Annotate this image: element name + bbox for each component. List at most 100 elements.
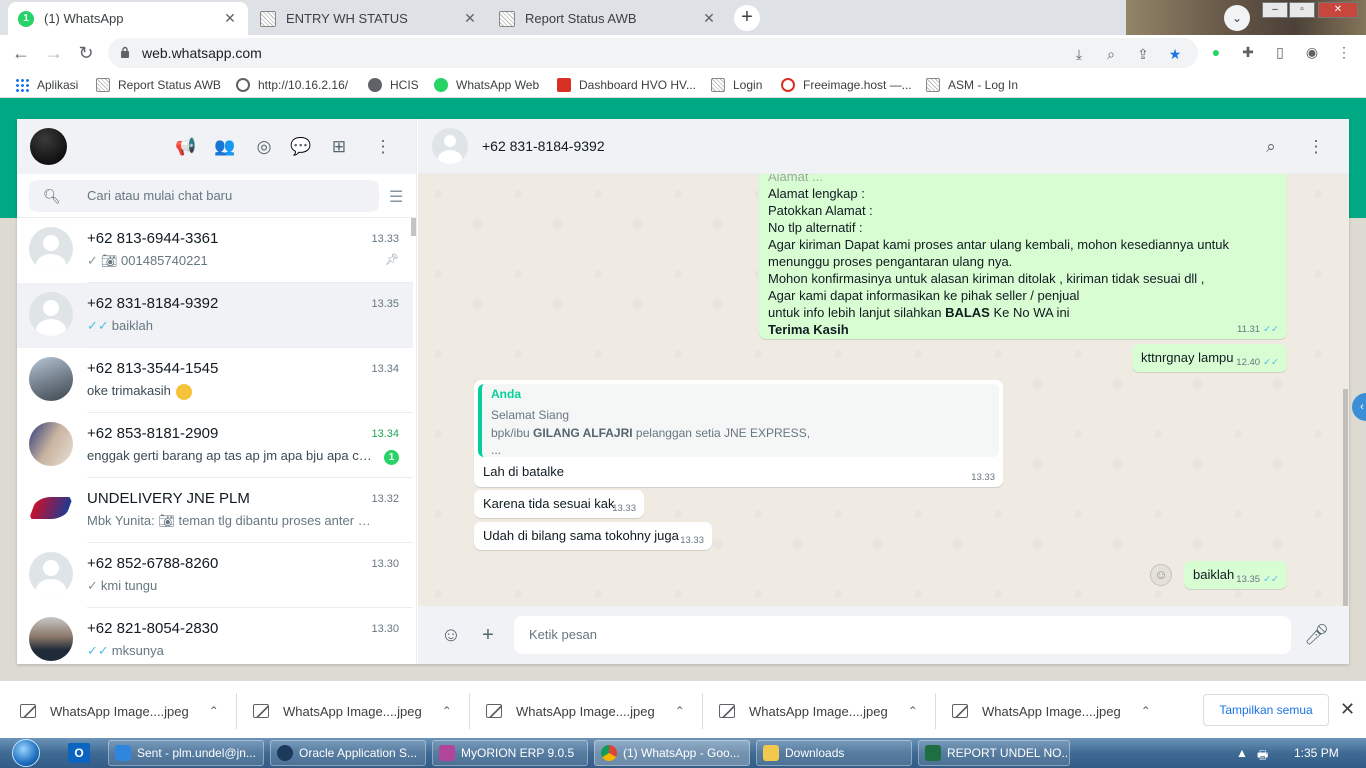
minimize-button[interactable]: – xyxy=(1262,2,1288,18)
chevron-up-icon[interactable]: ⌃ xyxy=(1141,704,1151,718)
microphone-icon[interactable]: 🎤︎ xyxy=(1304,623,1329,647)
document-icon xyxy=(926,77,940,92)
side-panel-icon[interactable]: ▯ xyxy=(1271,43,1289,61)
contact-avatar[interactable] xyxy=(432,128,468,164)
reload-button[interactable]: ↻ xyxy=(74,41,98,65)
channels-icon[interactable]: 💬 xyxy=(290,136,312,158)
show-all-downloads-button[interactable]: Tampilkan semua xyxy=(1203,694,1329,726)
bookmark-asm[interactable]: ASM - Log In xyxy=(926,76,1018,93)
search-messages-icon[interactable]: ⌕ xyxy=(1260,136,1282,158)
tab-entry-wh-status[interactable]: ENTRY WH STATUS ✕ xyxy=(250,2,488,35)
chevron-up-icon[interactable]: ⌃ xyxy=(209,704,219,718)
browser-tab-bar: 1 (1) WhatsApp ✕ ENTRY WH STATUS ✕ Repor… xyxy=(0,0,1366,35)
taskbar-item-downloads[interactable]: Downloads xyxy=(756,740,912,766)
download-item[interactable]: WhatsApp Image....jpeg ⌃ xyxy=(20,701,219,721)
chevron-up-icon[interactable]: ⌃ xyxy=(675,704,685,718)
extensions-puzzle-icon[interactable]: ✚ xyxy=(1239,43,1257,61)
incoming-message: Karena tida sesuai kak 13.33 xyxy=(474,490,644,518)
whatsapp-extension-icon[interactable]: ● xyxy=(1207,43,1225,61)
start-button[interactable] xyxy=(4,738,48,768)
maximize-button[interactable]: ▫ xyxy=(1289,2,1315,18)
zoom-icon[interactable]: ⌕ xyxy=(1102,45,1120,63)
address-bar[interactable]: web.whatsapp.com ⤓ ⌕ ⇪ ★ xyxy=(108,38,1198,68)
chevron-up-icon[interactable]: ⌃ xyxy=(908,704,918,718)
bookmark-dashboard[interactable]: Dashboard HVO HV... xyxy=(557,76,696,93)
contact-name[interactable]: +62 831-8184-9392 xyxy=(482,138,605,154)
chat-list-item[interactable]: +62 852-6788-8260 13.30 ✓ kmi tungu xyxy=(17,543,413,608)
message-input[interactable]: Ketik pesan xyxy=(514,616,1291,654)
incoming-message: Udah di bilang sama tokohny juga 13.33 xyxy=(474,522,712,550)
communities-icon[interactable]: 👥 xyxy=(214,136,236,158)
tab-report-status-awb[interactable]: Report Status AWB ✕ xyxy=(489,2,727,35)
messages-scrollbar[interactable] xyxy=(1343,389,1348,606)
bookmark-hcis[interactable]: HCIS xyxy=(368,76,419,93)
broadcast-icon[interactable]: 📢 xyxy=(175,136,197,158)
new-tab-button[interactable]: + xyxy=(734,5,760,31)
download-item[interactable]: WhatsApp Image....jpeg ⌃ xyxy=(719,701,918,721)
attach-plus-icon[interactable]: + xyxy=(476,623,500,647)
document-icon xyxy=(260,10,276,27)
reaction-emoji-icon[interactable]: ☺ xyxy=(1150,564,1172,586)
close-download-bar-icon[interactable]: ✕ xyxy=(1340,699,1355,720)
outlook-pinned-icon[interactable]: O xyxy=(68,743,90,763)
bookmark-star-icon[interactable]: ★ xyxy=(1166,45,1184,63)
bookmark-ip[interactable]: http://10.16.2.16/ xyxy=(236,76,348,93)
bookmark-report-status-awb[interactable]: Report Status AWB xyxy=(96,76,221,93)
chat-list-item[interactable]: +62 821-8054-2830 13.30 ✓✓ mksunya xyxy=(17,608,413,664)
bookmark-aplikasi[interactable]: Aplikasi xyxy=(15,76,78,93)
emoji-icon[interactable]: ☺ xyxy=(439,623,463,647)
chat-list-item[interactable]: UNDELIVERY JNE PLM 13.32 Mbk Yunita: 📷︎ … xyxy=(17,478,413,543)
tab-whatsapp[interactable]: 1 (1) WhatsApp ✕ xyxy=(8,2,248,35)
whatsapp-icon xyxy=(434,77,448,92)
conversation-header[interactable]: +62 831-8184-9392 ⌕ ⋮ xyxy=(418,119,1349,174)
status-icon[interactable]: ◎ xyxy=(253,136,275,158)
search-input[interactable]: 🔍︎ Cari atau mulai chat baru xyxy=(29,180,379,212)
message-time: 13.33 xyxy=(971,472,995,483)
back-button[interactable]: ← xyxy=(9,41,33,65)
close-tab-icon[interactable]: ✕ xyxy=(222,10,238,27)
close-tab-icon[interactable]: ✕ xyxy=(462,10,478,27)
taskbar-item-oracle[interactable]: Oracle Application S... xyxy=(270,740,426,766)
taskbar-item-outlook[interactable]: Sent - plm.undel@jn... xyxy=(108,740,264,766)
profile-avatar-icon[interactable]: ◉ xyxy=(1303,43,1321,61)
chat-time: 13.33 xyxy=(371,233,399,245)
menu-icon[interactable]: ⋮ xyxy=(372,136,394,158)
chat-list-item[interactable]: +62 813-3544-1545 13.34 oke trimakasih xyxy=(17,348,413,413)
forward-button[interactable]: → xyxy=(42,41,66,65)
chevron-up-icon[interactable]: ⌃ xyxy=(442,704,452,718)
printer-tray-icon[interactable]: 🖶︎ xyxy=(1257,746,1268,767)
taskbar-item-excel[interactable]: REPORT UNDEL NO... xyxy=(918,740,1070,766)
system-clock[interactable]: 1:35 PM xyxy=(1294,746,1339,760)
read-tick-icon: ✓✓ xyxy=(1263,357,1279,368)
close-window-button[interactable]: ✕ xyxy=(1318,2,1358,18)
tab-search-button[interactable]: ⌄ xyxy=(1224,5,1250,31)
read-tick-icon: ✓✓ xyxy=(1263,324,1279,335)
sidebar-scrollbar[interactable] xyxy=(411,218,416,236)
bookmark-whatsapp-web[interactable]: WhatsApp Web xyxy=(434,76,539,93)
conversation-menu-icon[interactable]: ⋮ xyxy=(1305,136,1327,158)
bookmark-login[interactable]: Login xyxy=(711,76,762,93)
taskbar-item-chrome[interactable]: (1) WhatsApp - Goo... xyxy=(594,740,750,766)
download-item[interactable]: WhatsApp Image....jpeg ⌃ xyxy=(253,701,452,721)
message-time: 13.33 xyxy=(680,535,704,546)
download-item[interactable]: WhatsApp Image....jpeg ⌃ xyxy=(486,701,685,721)
download-item[interactable]: WhatsApp Image....jpeg ⌃ xyxy=(952,701,1151,721)
my-profile-avatar[interactable] xyxy=(30,128,67,165)
bookmark-freeimage[interactable]: Freeimage.host —... xyxy=(781,76,912,93)
filter-icon[interactable]: ☰ xyxy=(389,187,403,207)
image-file-icon xyxy=(253,704,269,718)
message-line: Patokkan Alamat : xyxy=(768,203,873,218)
chat-list-item[interactable]: +62 813-6944-3361 13.33 ✓ 📷︎ 001485740221… xyxy=(17,218,413,283)
taskbar-item-myorion[interactable]: MyORION ERP 9.0.5 xyxy=(432,740,588,766)
taskbar-label: MyORION ERP 9.0.5 xyxy=(461,746,575,760)
new-chat-icon[interactable]: ⊞ xyxy=(328,136,350,158)
quoted-message[interactable]: Anda Selamat Siang bpk/ibu GILANG ALFAJR… xyxy=(478,384,999,457)
chat-list-item[interactable]: +62 853-8181-2909 13.34 enggak gerti bar… xyxy=(17,413,413,478)
chrome-menu-icon[interactable]: ⋮ xyxy=(1335,43,1353,61)
install-app-icon[interactable]: ⤓ xyxy=(1070,45,1088,63)
chat-list-item-selected[interactable]: +62 831-8184-9392 13.35 ✓✓ baiklah xyxy=(17,283,413,348)
close-tab-icon[interactable]: ✕ xyxy=(701,10,717,27)
tray-expand-icon[interactable]: ▲ xyxy=(1236,746,1248,760)
share-icon[interactable]: ⇪ xyxy=(1134,45,1152,63)
chat-time: 13.34 xyxy=(371,363,399,375)
